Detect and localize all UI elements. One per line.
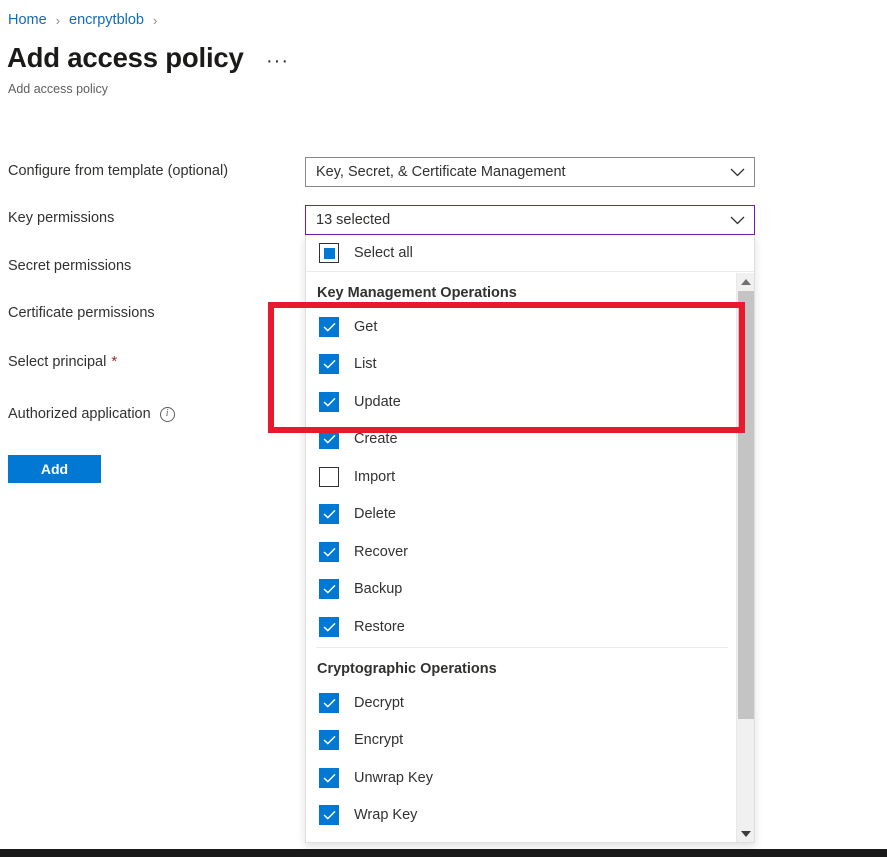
option-row-delete[interactable]: Delete [306, 496, 737, 532]
key-permissions-dropdown[interactable]: 13 selected [305, 205, 755, 235]
checkbox-wrap-key[interactable] [319, 805, 339, 825]
label-text: Secret permissions [8, 258, 132, 274]
label-certificate-permissions: Certificate permissions [8, 305, 155, 321]
checkbox-list[interactable] [319, 354, 339, 374]
dropdown-scrollbar[interactable] [736, 273, 754, 842]
group-divider [316, 647, 728, 648]
scrollbar-thumb[interactable] [738, 291, 754, 719]
option-row-decrypt[interactable]: Decrypt [306, 685, 737, 721]
add-button[interactable]: Add [8, 455, 101, 483]
label-key-permissions: Key permissions [8, 210, 114, 226]
checkbox-decrypt[interactable] [319, 693, 339, 713]
checkbox-delete[interactable] [319, 504, 339, 524]
select-all-row[interactable]: Select all [306, 235, 754, 272]
option-label: Import [354, 469, 396, 485]
label-text: Select principal [8, 353, 107, 370]
option-label: Unwrap Key [354, 770, 433, 786]
option-row-encrypt[interactable]: Encrypt [306, 722, 737, 758]
breadcrumb-separator-icon-2: › [153, 12, 158, 28]
scroll-down-arrow-icon[interactable] [737, 825, 754, 842]
option-label: Backup [354, 581, 403, 597]
page-subtitle: Add access policy [8, 82, 109, 96]
option-label: List [354, 356, 377, 372]
configure-from-template-dropdown[interactable]: Key, Secret, & Certificate Management [305, 157, 755, 187]
option-label: Delete [354, 506, 396, 522]
option-row-recover[interactable]: Recover [306, 534, 737, 570]
azure-portal-blade: Home › encrpytblob › Add access policy ·… [0, 0, 887, 857]
configure-from-template-value: Key, Secret, & Certificate Management [316, 164, 566, 180]
page-title: Add access policy [7, 42, 244, 73]
option-label: Recover [354, 544, 408, 560]
label-select-principal: Select principal * [8, 353, 117, 370]
more-options-ellipsis-icon[interactable]: ··· [266, 51, 289, 71]
option-row-partial[interactable] [306, 835, 737, 842]
option-row-backup[interactable]: Backup [306, 571, 737, 607]
label-authorized-application: Authorized application i [8, 406, 175, 422]
option-label: Update [354, 394, 401, 410]
option-row-restore[interactable]: Restore [306, 609, 737, 645]
info-icon[interactable]: i [159, 406, 175, 422]
option-label: Get [354, 319, 378, 335]
label-text: Key permissions [8, 210, 115, 226]
key-permissions-value: 13 selected [316, 212, 391, 228]
select-all-checkbox-indeterminate[interactable] [319, 243, 339, 263]
checkbox-encrypt[interactable] [319, 730, 339, 750]
chevron-down-icon [720, 216, 754, 225]
option-row-update[interactable]: Update [306, 384, 737, 420]
checkbox-get[interactable] [319, 317, 339, 337]
option-row-list[interactable]: List [306, 346, 737, 382]
option-row-unwrap-key[interactable]: Unwrap Key [306, 760, 737, 796]
breadcrumb-item-encrpytblob[interactable]: encrpytblob [69, 12, 144, 28]
option-row-create[interactable]: Create [306, 421, 737, 457]
checkbox-restore[interactable] [319, 617, 339, 637]
option-row-get[interactable]: Get [306, 309, 737, 345]
label-secret-permissions: Secret permissions [8, 258, 131, 274]
option-row-import[interactable]: Import [306, 459, 737, 495]
breadcrumb-item-home[interactable]: Home [8, 12, 47, 28]
option-label: Create [354, 431, 398, 447]
checkbox-import[interactable] [319, 467, 339, 487]
label-text: Configure from template (optional) [8, 163, 229, 179]
checkbox-create[interactable] [319, 429, 339, 449]
select-all-label: Select all [354, 245, 413, 261]
required-asterisk: * [111, 353, 118, 370]
option-label: Encrypt [354, 732, 404, 748]
key-permissions-dropdown-panel: Select all Key Management Operations Get… [305, 235, 755, 843]
label-text: Certificate permissions [8, 305, 155, 321]
option-row-wrap-key[interactable]: Wrap Key [306, 797, 737, 833]
option-label: Restore [354, 619, 405, 635]
bottom-bar [0, 849, 887, 857]
checkbox-update[interactable] [319, 392, 339, 412]
label-configure-from-template: Configure from template (optional) [8, 163, 228, 179]
checkbox-backup[interactable] [319, 579, 339, 599]
group-header-key-management-operations: Key Management Operations [317, 285, 517, 301]
permissions-option-list: Key Management Operations Get List Updat… [306, 273, 737, 842]
chevron-down-icon [720, 168, 754, 177]
option-label: Decrypt [354, 695, 404, 711]
group-header-cryptographic-operations: Cryptographic Operations [317, 661, 497, 677]
checkbox-recover[interactable] [319, 542, 339, 562]
label-text: Authorized application [8, 406, 151, 422]
checkbox-unwrap-key[interactable] [319, 768, 339, 788]
breadcrumb: Home › encrpytblob › [8, 12, 166, 28]
breadcrumb-separator-icon: › [55, 12, 61, 28]
option-label: Wrap Key [354, 807, 418, 823]
scroll-up-arrow-icon[interactable] [737, 273, 754, 291]
